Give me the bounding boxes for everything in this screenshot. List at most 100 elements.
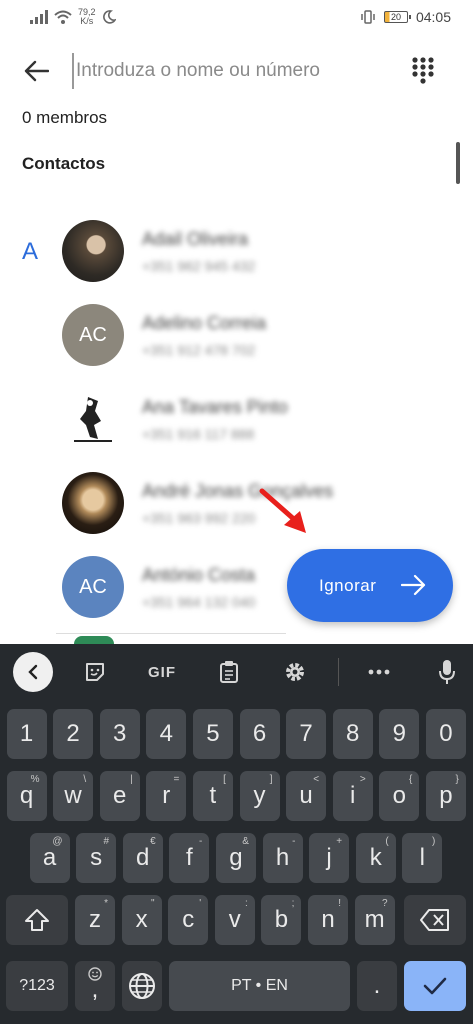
- key-hint: :: [245, 898, 248, 909]
- key[interactable]: a @: [29, 833, 70, 883]
- more-horizontal-icon: [368, 669, 390, 675]
- gif-button[interactable]: GIF: [140, 654, 184, 690]
- contact-row[interactable]: AC Adelino Correia +351 912 478 702: [62, 295, 302, 375]
- key[interactable]: p}: [425, 771, 466, 821]
- language-key[interactable]: [122, 961, 162, 1011]
- gear-icon: [286, 663, 304, 681]
- symbols-key[interactable]: ?123: [6, 961, 68, 1011]
- contact-avatar: [74, 636, 114, 644]
- key-hint: ]: [269, 774, 273, 785]
- key[interactable]: 7: [286, 709, 327, 759]
- key[interactable]: z *: [75, 895, 115, 945]
- key-hint: +: [336, 836, 343, 847]
- key[interactable]: w \: [53, 771, 94, 821]
- contact-row[interactable]: Adail Oliveira +351 962 945 432: [62, 211, 302, 291]
- key-hint: !: [338, 898, 341, 909]
- shift-key[interactable]: [6, 895, 68, 945]
- dialpad-button[interactable]: [411, 56, 435, 86]
- sticker-icon: [86, 663, 104, 681]
- shift-icon: [25, 909, 49, 931]
- contact-phone: +351 962 945 432: [142, 257, 256, 274]
- key-hint: >: [359, 774, 366, 785]
- contact-avatar: [62, 220, 124, 282]
- toolbar-separator: [338, 658, 339, 686]
- key[interactable]: y]: [239, 771, 280, 821]
- key[interactable]: 9: [379, 709, 420, 759]
- key[interactable]: 8: [332, 709, 373, 759]
- key[interactable]: i >: [332, 771, 373, 821]
- key[interactable]: b;: [261, 895, 302, 945]
- contact-row[interactable]: Ana Tavares Pinto +351 916 117 888: [62, 379, 302, 459]
- dialpad-icon: [412, 57, 434, 84]
- key-hint: -: [292, 836, 296, 847]
- keyboard-collapse-button[interactable]: [13, 652, 53, 692]
- contact-row[interactable]: AC António Costa +351 964 132 040: [62, 547, 302, 627]
- key-hint: ): [431, 836, 436, 847]
- key[interactable]: n!: [308, 895, 348, 945]
- key[interactable]: d €: [122, 833, 163, 883]
- moon-icon: [102, 10, 116, 24]
- scrollbar-thumb[interactable]: [456, 142, 460, 184]
- status-bar: 79,2 K/s 20 04:05: [0, 0, 473, 34]
- key[interactable]: 6: [239, 709, 280, 759]
- key[interactable]: g &: [215, 833, 256, 883]
- comma-key[interactable]: ,: [75, 961, 115, 1011]
- key[interactable]: q%: [6, 771, 47, 821]
- clipboard-button[interactable]: [212, 654, 246, 690]
- key[interactable]: 1: [6, 709, 47, 759]
- key-hint: {: [408, 774, 413, 785]
- key[interactable]: 0: [425, 709, 466, 759]
- key[interactable]: e |: [99, 771, 140, 821]
- alphabet-index-letter: A: [22, 238, 39, 265]
- key-hint: (: [385, 836, 389, 847]
- key[interactable]: u <: [286, 771, 327, 821]
- key-hint: \: [83, 774, 87, 785]
- clock: 04:05: [415, 9, 451, 25]
- key[interactable]: 3: [99, 709, 140, 759]
- wifi-icon: [54, 10, 72, 24]
- more-options-button[interactable]: [362, 654, 396, 690]
- key[interactable]: k(: [355, 833, 396, 883]
- space-bar[interactable]: PT • EN: [169, 961, 350, 1011]
- key-hint: #: [103, 836, 110, 847]
- skip-button[interactable]: Ignorar: [287, 549, 453, 622]
- key[interactable]: 5: [192, 709, 233, 759]
- back-button[interactable]: [20, 55, 52, 87]
- network-speed: 79,2 K/s: [78, 7, 96, 26]
- key[interactable]: l): [402, 833, 443, 883]
- clipboard-icon: [220, 661, 238, 683]
- key[interactable]: m?: [354, 895, 395, 945]
- enter-key[interactable]: [404, 961, 466, 1011]
- key-hint: @: [52, 836, 63, 847]
- key[interactable]: x ": [121, 895, 162, 945]
- key[interactable]: o{: [379, 771, 420, 821]
- search-input[interactable]: [72, 53, 372, 89]
- key-hint: -: [198, 836, 203, 847]
- period-key[interactable]: .: [357, 961, 397, 1011]
- section-title: Contactos: [22, 154, 106, 173]
- key[interactable]: s #: [76, 833, 117, 883]
- contact-name: Adelino Correia: [142, 312, 267, 333]
- key[interactable]: j +: [309, 833, 350, 883]
- key[interactable]: c ': [168, 895, 209, 945]
- key[interactable]: t[: [192, 771, 233, 821]
- sticker-button[interactable]: [78, 654, 112, 690]
- key[interactable]: r =: [146, 771, 187, 821]
- contact-avatar: [62, 472, 124, 534]
- key-hint: ;: [291, 898, 295, 909]
- key-hint: =: [173, 774, 180, 785]
- contact-name: António Costa: [142, 564, 256, 585]
- voice-input-button[interactable]: [430, 654, 464, 690]
- keyboard-toolbar: GIF: [0, 644, 473, 700]
- key[interactable]: f-: [169, 833, 210, 883]
- settings-button[interactable]: [278, 654, 312, 690]
- key[interactable]: 2: [53, 709, 94, 759]
- key[interactable]: v:: [214, 895, 255, 945]
- key-hint: ": [151, 898, 155, 909]
- key[interactable]: 4: [146, 709, 187, 759]
- backspace-key[interactable]: [404, 895, 466, 945]
- vibrate-icon: [361, 10, 375, 24]
- keyboard: GIF 1 2 3 4 5 6 7 8 9 0 q % w \ e | r = …: [0, 644, 473, 1024]
- contact-phone: +351 912 478 702: [142, 341, 256, 358]
- key[interactable]: h-: [262, 833, 303, 883]
